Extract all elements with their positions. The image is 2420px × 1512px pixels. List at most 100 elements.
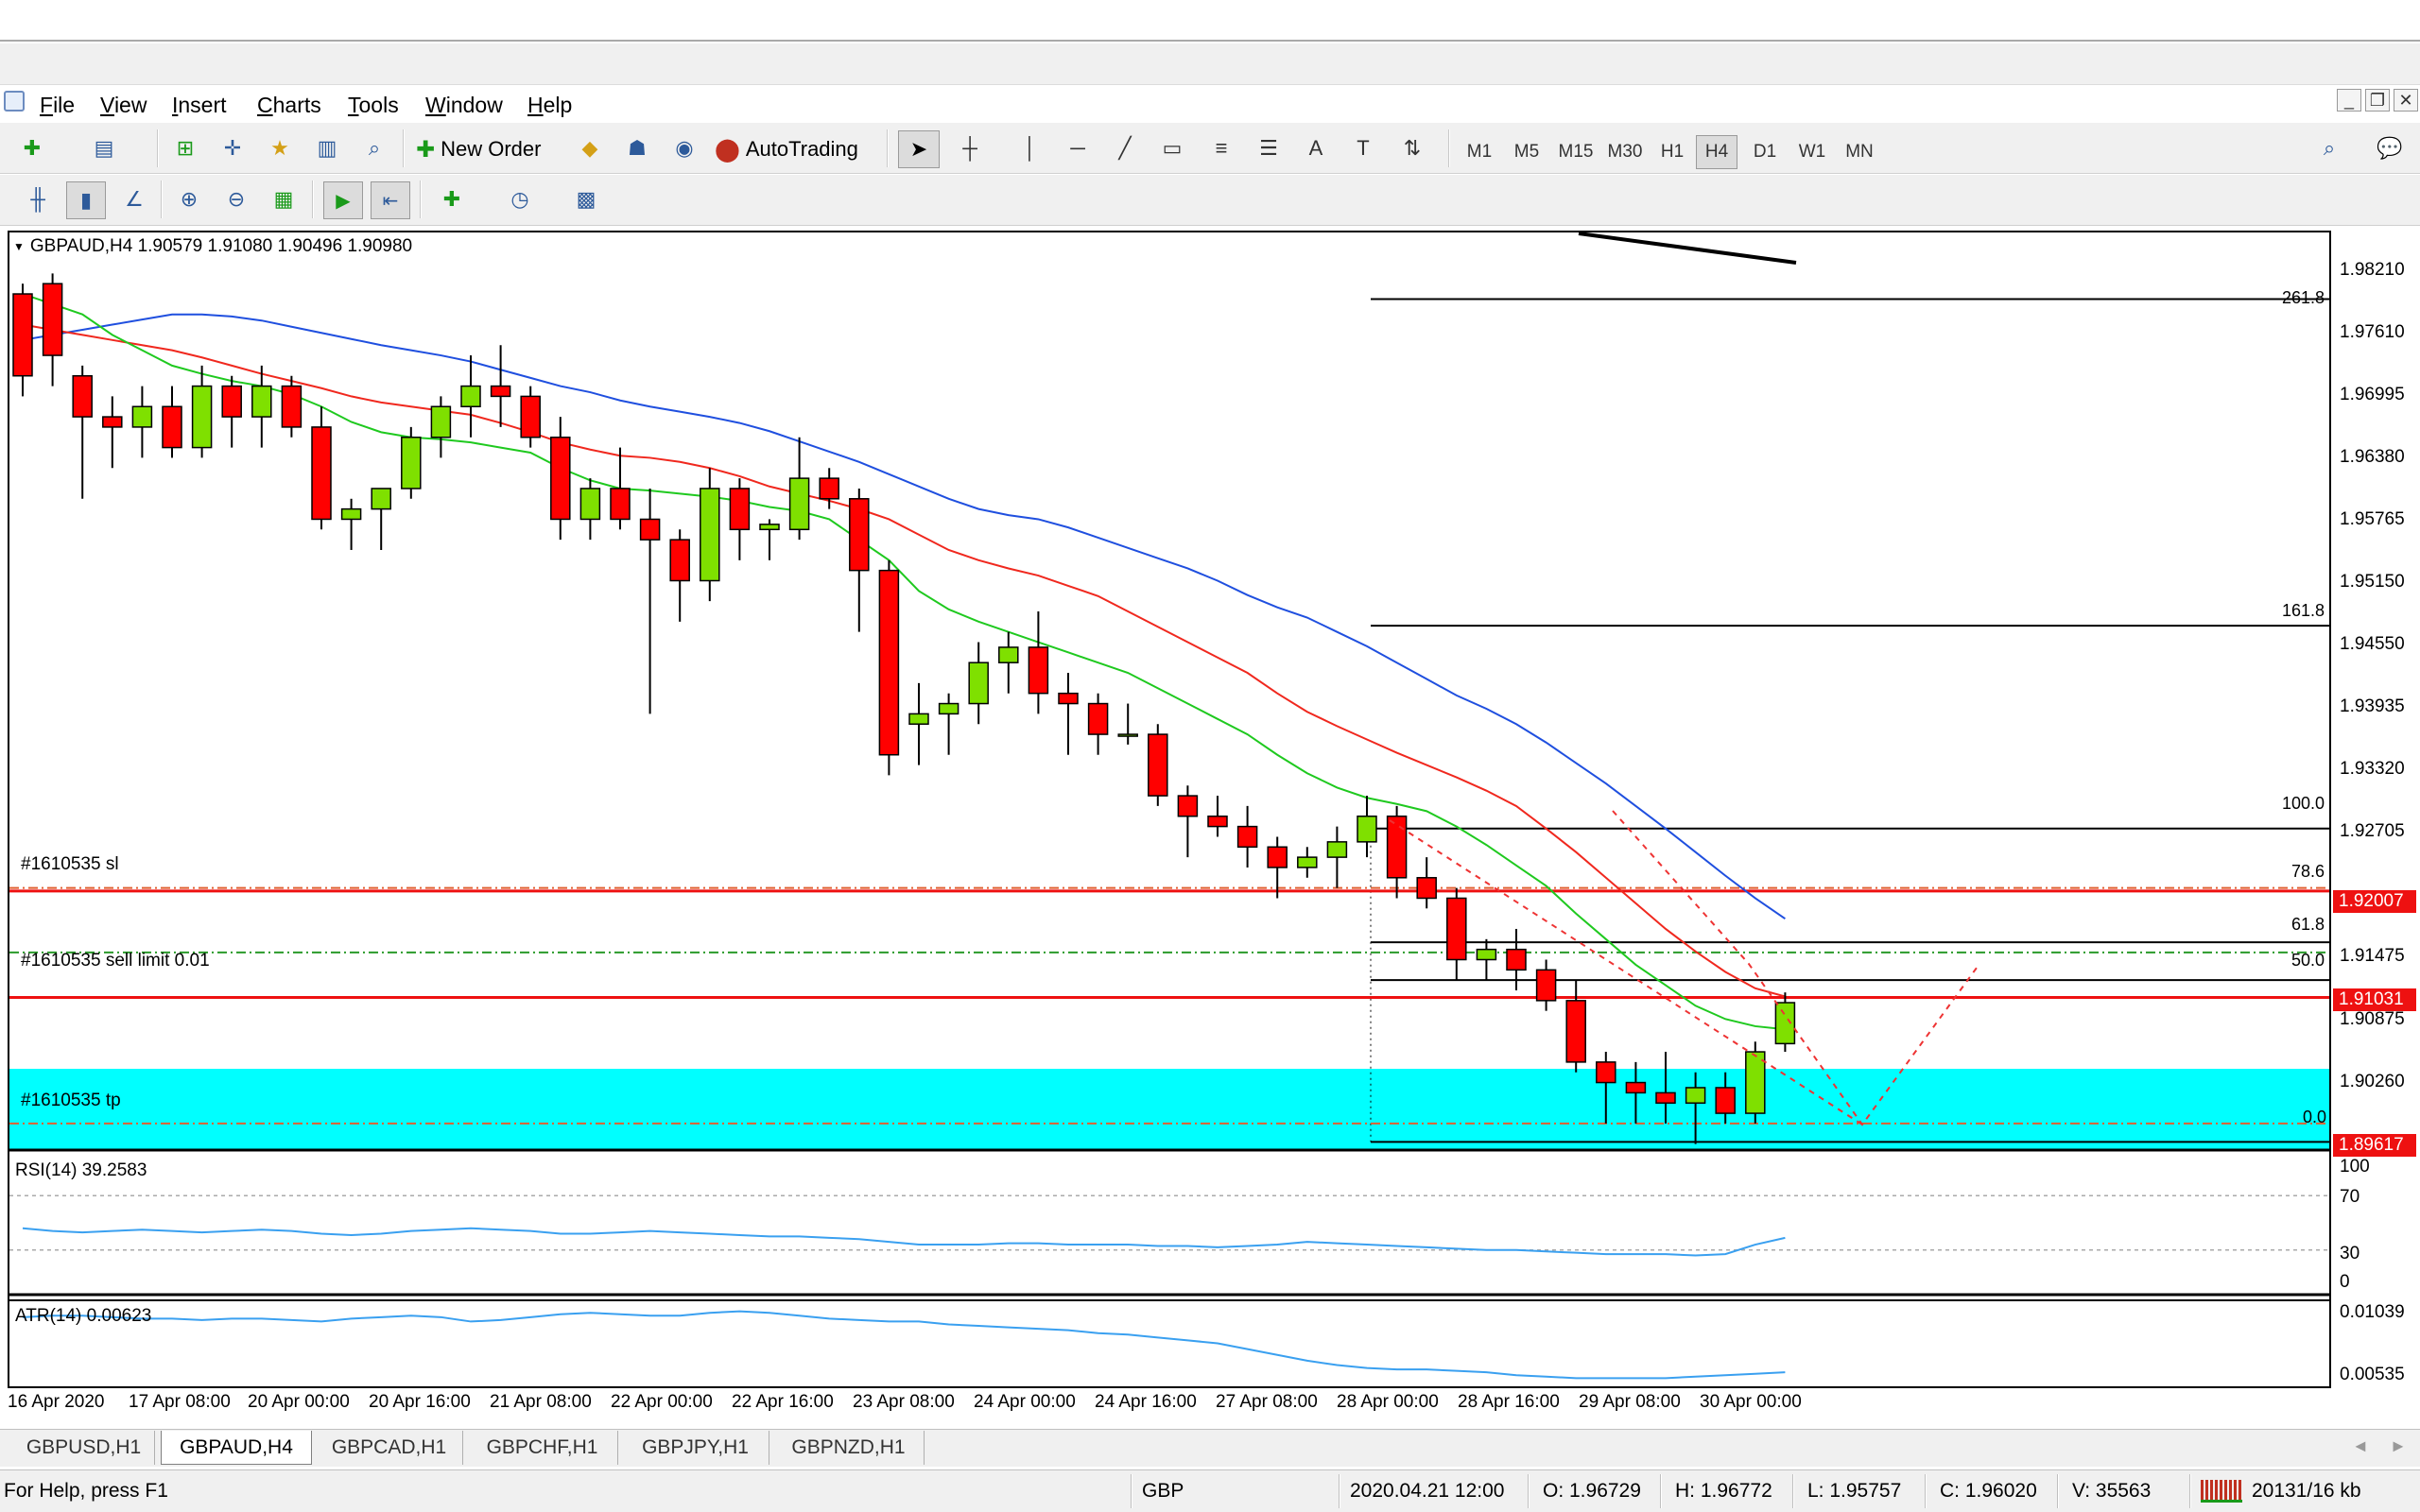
time-tick: 22 Apr 00:00 [611, 1392, 713, 1412]
order-tp-label: #1610535 tp [21, 1091, 121, 1110]
time-tick: 28 Apr 16:00 [1458, 1392, 1560, 1412]
rsi-tick: 0 [2340, 1272, 2350, 1292]
candle-bull [1685, 1087, 1706, 1104]
candle-bull [460, 385, 481, 407]
candle-bear [281, 385, 302, 428]
chart-tab[interactable]: GBPCHF,H1 [467, 1431, 618, 1465]
rsi-tick: 30 [2340, 1244, 2360, 1263]
candle-bear [42, 283, 63, 356]
candle-bull [788, 477, 810, 531]
chart-menu-arrow-icon[interactable]: ▼ [13, 236, 25, 257]
rsi-tick: 70 [2340, 1187, 2360, 1207]
status-separator [1925, 1474, 1927, 1508]
candle-bear [1715, 1087, 1736, 1114]
candle-bear [1267, 846, 1288, 868]
fib-label-161: 161.8 [2282, 601, 2325, 620]
chart-tab[interactable]: GBPNZD,H1 [773, 1431, 925, 1465]
order-sl-label: #1610535 sl [21, 854, 119, 874]
time-tick: 22 Apr 16:00 [732, 1392, 834, 1412]
chart-tab-active[interactable]: GBPAUD,H4 [161, 1431, 312, 1465]
candle-bear [1386, 816, 1408, 879]
candle-bear [102, 416, 123, 428]
candle-bull [998, 646, 1019, 663]
atr-tick: 0.01039 [2340, 1302, 2405, 1322]
time-tick: 28 Apr 00:00 [1337, 1392, 1439, 1412]
price-tick: 1.98210 [2340, 260, 2405, 280]
tabs-scroll-left-icon[interactable]: ◄ [2352, 1436, 2369, 1456]
chart-header-text: GBPAUD,H4 1.90579 1.91080 1.90496 1.9098… [29, 236, 413, 256]
status-separator [2057, 1474, 2059, 1508]
candle-bull [700, 488, 720, 582]
price-chart[interactable] [0, 0, 2420, 1512]
candle-bear [1177, 795, 1199, 817]
tp-price-tag: 1.89617 [2333, 1134, 2416, 1157]
rsi-line [22, 1227, 1786, 1257]
candle-bear [1625, 1081, 1647, 1094]
status-help: For Help, press F1 [4, 1480, 168, 1502]
trendline [1578, 232, 1797, 265]
candle-bull [579, 488, 601, 521]
time-tick: 20 Apr 16:00 [369, 1392, 471, 1412]
candle-bear [669, 539, 690, 582]
candle-bull [191, 385, 213, 449]
time-tick: 24 Apr 00:00 [974, 1392, 1076, 1412]
price-tick: 1.90260 [2340, 1072, 2405, 1091]
chart-header: ▼ GBPAUD,H4 1.90579 1.91080 1.90496 1.90… [13, 236, 412, 257]
atr-label: ATR(14) 0.00623 [15, 1306, 152, 1326]
status-low: L: 1.95757 [1807, 1480, 1902, 1502]
status-open: O: 1.96729 [1543, 1480, 1641, 1502]
candle-bear [72, 374, 93, 418]
status-separator [2189, 1474, 2191, 1508]
candle-bull [251, 385, 272, 418]
connection-status-icon[interactable] [2201, 1480, 2242, 1503]
candle-bear [1655, 1091, 1676, 1104]
candle-bear [311, 426, 332, 521]
price-tick: 1.92705 [2340, 821, 2405, 841]
candle-bull [1774, 1002, 1796, 1045]
candle-bear [1236, 825, 1258, 849]
candle-bear [520, 395, 541, 438]
fib-label-78: 78.6 [2291, 862, 2325, 881]
rsi-label: RSI(14) 39.2583 [15, 1160, 147, 1180]
status-close: C: 1.96020 [1940, 1480, 2037, 1502]
sl-price-tag: 1.92007 [2333, 890, 2416, 913]
chart-tab[interactable]: GBPCAD,H1 [316, 1431, 463, 1465]
candle-bear [849, 498, 870, 572]
status-separator [1792, 1474, 1794, 1508]
candle-bear [1446, 897, 1467, 961]
fib-label-50: 50.0 [2291, 951, 2325, 970]
status-separator [1660, 1474, 1662, 1508]
status-high: H: 1.96772 [1675, 1480, 1772, 1502]
candle-bull [131, 405, 153, 428]
price-tick: 1.90875 [2340, 1009, 2405, 1029]
tabs-scroll-right-icon[interactable]: ► [2390, 1436, 2407, 1456]
time-tick: 16 Apr 2020 [8, 1392, 105, 1412]
candle-bull [759, 524, 780, 531]
candle-bull [908, 713, 929, 725]
price-tick: 1.91475 [2340, 946, 2405, 966]
time-tick: 20 Apr 00:00 [248, 1392, 350, 1412]
candle-bull [1476, 948, 1497, 961]
status-separator [1131, 1474, 1132, 1508]
time-tick: 24 Apr 16:00 [1095, 1392, 1197, 1412]
status-traffic: 20131/16 kb [2252, 1480, 2361, 1502]
tp-zone [9, 1069, 2329, 1149]
fib-label-100: 100.0 [2282, 794, 2325, 813]
candle-bear [819, 477, 839, 500]
candle-bear [162, 405, 182, 449]
time-tick: 17 Apr 08:00 [129, 1392, 231, 1412]
price-tick: 1.94550 [2340, 634, 2405, 654]
bid-price-tag: 1.91031 [2333, 988, 2416, 1011]
time-tick: 30 Apr 00:00 [1700, 1392, 1802, 1412]
candle-bull [1297, 856, 1318, 868]
chart-tab[interactable]: GBPJPY,H1 [622, 1431, 769, 1465]
candle-bull [1326, 841, 1348, 858]
status-separator [1528, 1474, 1530, 1508]
candle-bull [1117, 733, 1138, 737]
candle-bear [1565, 1000, 1586, 1063]
candle-bull [340, 507, 362, 521]
candle-bear [639, 518, 661, 541]
atr-line [22, 1310, 1786, 1380]
chart-tab[interactable]: GBPUSD,H1 [13, 1431, 155, 1465]
price-tick: 1.93935 [2340, 696, 2405, 716]
